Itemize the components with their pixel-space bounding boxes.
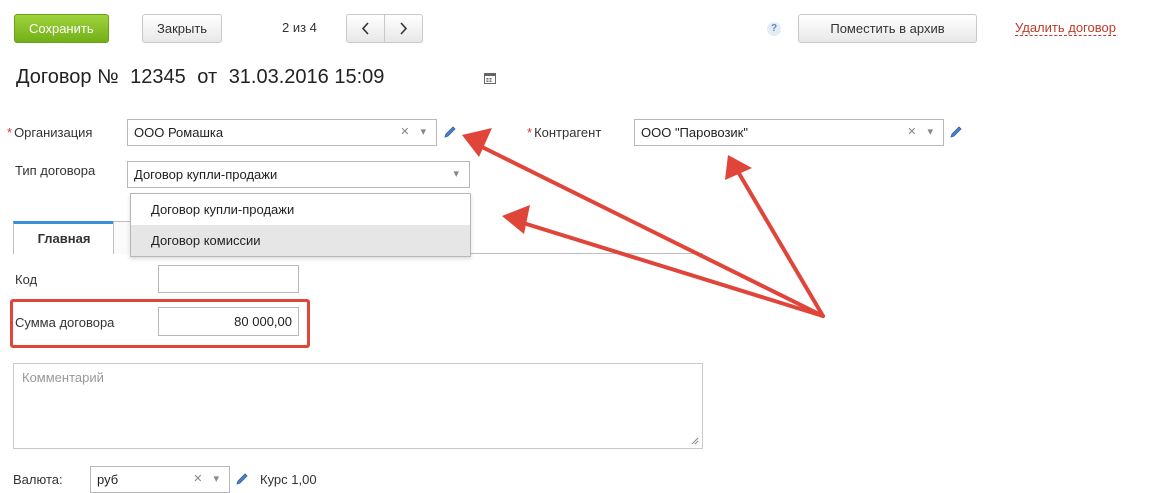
annotation-arrow: [735, 168, 825, 318]
calendar-icon[interactable]: [484, 72, 496, 84]
contract-type-dropdown: Договор купли-продажи Договор комиссии: [130, 193, 471, 257]
annotation-arrow: [476, 143, 825, 318]
save-button[interactable]: Сохранить: [14, 14, 109, 43]
edit-pencil-icon[interactable]: [443, 125, 457, 139]
counterparty-label: * Контрагент: [527, 125, 601, 140]
contract-type-label: Тип договора: [15, 163, 96, 178]
contract-type-select[interactable]: Договор купли-продажи ▾: [127, 161, 470, 188]
currency-value: руб: [97, 472, 119, 487]
clear-dropdown-controls[interactable]: ✕ ▾: [193, 467, 223, 492]
chevron-left-icon: [361, 22, 369, 35]
annotation-arrowhead: [725, 155, 752, 180]
clear-dropdown-controls[interactable]: ✕ ▾: [907, 120, 937, 145]
annotation-arrow: [518, 220, 825, 318]
page-title: Договор № 12345 от 31.03.2016 15:09: [16, 66, 390, 89]
title-prefix: Договор №: [16, 66, 119, 88]
organization-select[interactable]: ООО Ромашка ✕ ▾: [127, 119, 437, 146]
delete-contract-link[interactable]: Удалить договор: [1015, 20, 1116, 36]
annotation-arrowhead: [502, 205, 530, 234]
pager-text: 2 из 4: [282, 20, 317, 35]
organization-label-text: Организация: [14, 125, 93, 140]
currency-select[interactable]: руб ✕ ▾: [90, 466, 230, 493]
counterparty-value: ООО "Паровозик": [641, 125, 748, 140]
close-button[interactable]: Закрыть: [142, 14, 223, 43]
tab-hidden[interactable]: [113, 221, 131, 254]
edit-pencil-icon[interactable]: [235, 472, 249, 486]
code-input[interactable]: [158, 265, 299, 293]
organization-label: * Организация: [7, 125, 92, 140]
help-icon[interactable]: ?: [767, 22, 781, 36]
title-from: от: [197, 66, 218, 88]
chevron-right-icon: [400, 22, 408, 35]
required-marker: *: [7, 125, 13, 140]
archive-button[interactable]: Поместить в архив: [798, 14, 977, 43]
contract-number: 12345: [130, 66, 186, 88]
resize-handle-icon[interactable]: [691, 437, 699, 445]
code-label: Код: [15, 272, 38, 287]
annotation-arrowhead: [462, 128, 492, 157]
edit-pencil-icon[interactable]: [949, 125, 963, 139]
next-button[interactable]: [384, 15, 422, 42]
counterparty-label-text: Контрагент: [534, 125, 602, 140]
clear-dropdown-controls[interactable]: ✕ ▾: [400, 120, 430, 145]
organization-value: ООО Ромашка: [134, 125, 224, 140]
pager: [346, 14, 423, 43]
required-marker: *: [527, 125, 533, 140]
contract-type-value: Договор купли-продажи: [134, 167, 278, 182]
prev-button[interactable]: [347, 15, 384, 42]
dropdown-option[interactable]: Договор комиссии: [131, 225, 470, 256]
contract-date: 31.03.2016 15:09: [228, 66, 385, 88]
tab-main[interactable]: Главная: [13, 221, 115, 254]
currency-label: Валюта:: [13, 472, 63, 487]
dropdown-option[interactable]: Договор купли-продажи: [131, 194, 470, 225]
sum-input[interactable]: 80 000,00: [158, 307, 299, 336]
counterparty-select[interactable]: ООО "Паровозик" ✕ ▾: [634, 119, 944, 146]
comment-placeholder: Комментарий: [22, 370, 104, 385]
sum-label: Сумма договора: [15, 315, 115, 330]
rate-text: Курс 1,00: [260, 472, 317, 487]
comment-textarea[interactable]: Комментарий: [13, 363, 703, 449]
chevron-down-icon[interactable]: ▾: [453, 162, 463, 187]
